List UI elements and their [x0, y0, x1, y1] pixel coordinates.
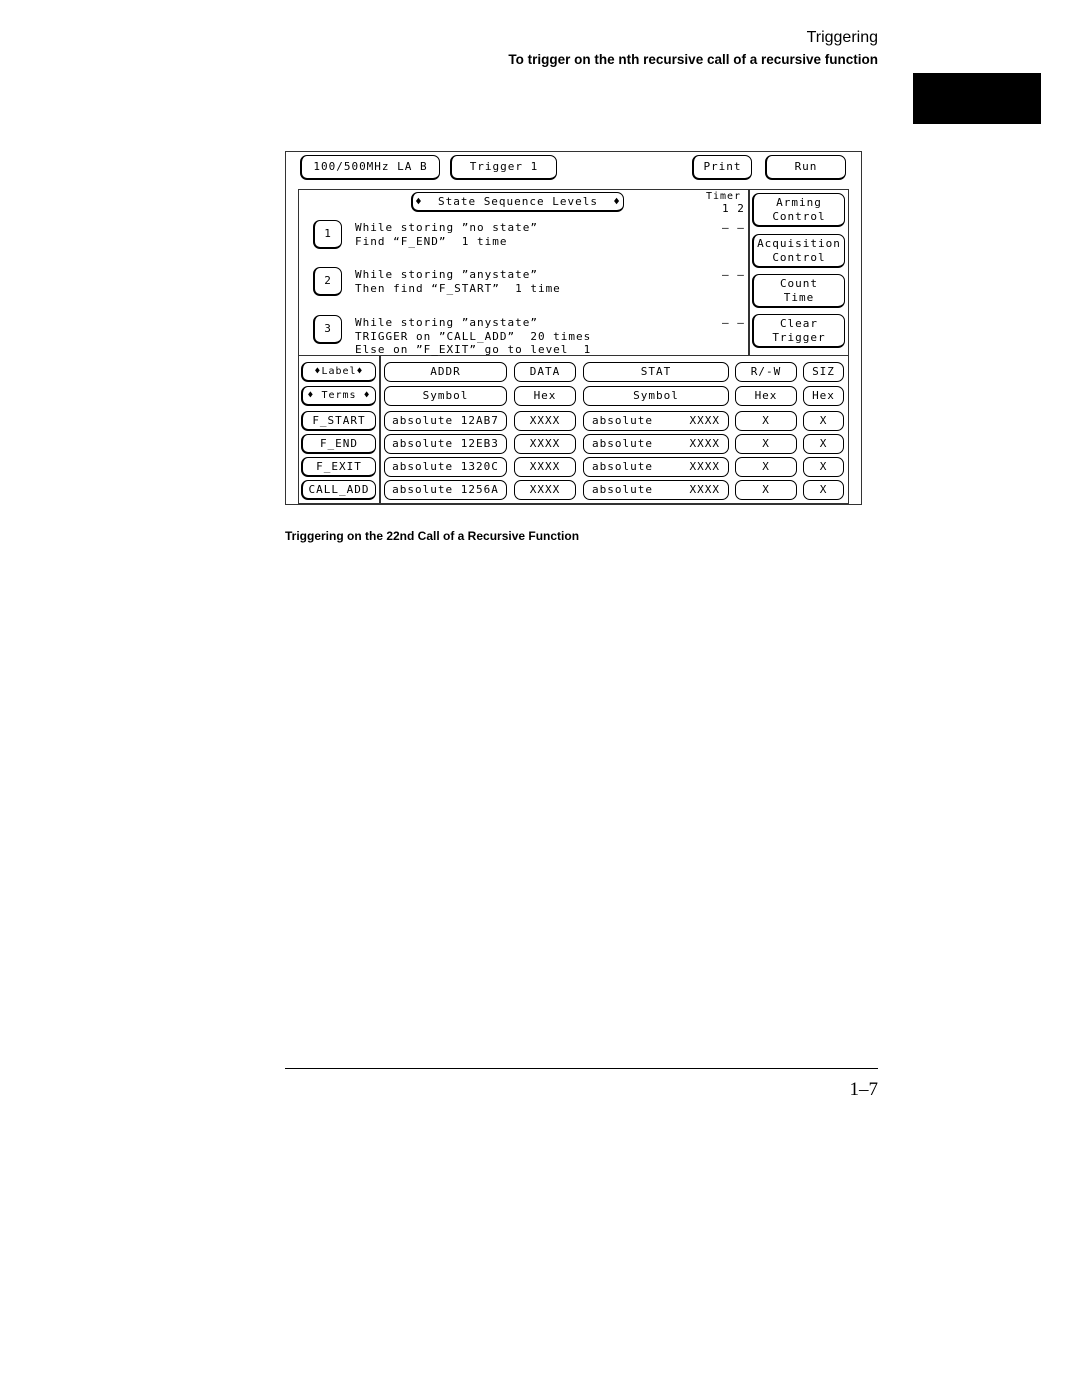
term-data-field[interactable]: XXXX	[514, 457, 576, 477]
term-data-field[interactable]: XXXX	[514, 480, 576, 500]
term-data-field[interactable]: XXXX	[514, 411, 576, 431]
level-3-button[interactable]: 3	[313, 315, 342, 344]
sequence-title: State Sequence Levels	[437, 194, 599, 208]
term-rw-field[interactable]: X	[735, 480, 797, 500]
stat-value: XXXX	[689, 460, 720, 473]
arrow-updown-icon: ♦	[363, 389, 371, 401]
level-3-line: While storing ”anystate”	[355, 316, 538, 329]
stat-value: XXXX	[689, 437, 720, 450]
term-siz-field[interactable]: X	[803, 480, 844, 500]
column-header-3[interactable]: R/-W	[735, 362, 797, 382]
side-button-count[interactable]: Count Time	[752, 274, 845, 308]
term-addr-field[interactable]: absolute 12EB3	[384, 434, 507, 454]
sequence-levels-selector[interactable]: ♦ State Sequence Levels ♦	[411, 192, 624, 212]
column-header-2[interactable]: STAT	[583, 362, 729, 382]
terms-text: Terms	[321, 389, 357, 401]
side-button-label: Time	[783, 290, 815, 304]
term-stat-field[interactable]: absolute XXXX	[583, 457, 729, 477]
side-button-label: Trigger	[772, 330, 826, 344]
side-button-label: Arming	[776, 195, 822, 209]
timer-columns: 1 2	[722, 202, 745, 215]
side-button-label: Count	[779, 276, 819, 290]
term-addr-field[interactable]: absolute 1256A	[384, 480, 507, 500]
level-2-timer: – –	[722, 268, 745, 281]
term-f_exit-button[interactable]: F_EXIT	[301, 457, 376, 477]
label-selector[interactable]: ♦ Label ♦	[301, 362, 376, 382]
page-subtitle: To trigger on the nth recursive call of …	[508, 52, 878, 67]
label-text: Label	[321, 365, 357, 377]
side-button-label: Clear	[779, 316, 819, 330]
stat-value: XXXX	[689, 414, 720, 427]
level-2-line: Then find “F_START” 1 time	[355, 281, 561, 295]
term-rw-field[interactable]: X	[735, 457, 797, 477]
stat-value: XXXX	[689, 483, 720, 496]
side-button-clear[interactable]: Clear Trigger	[752, 314, 845, 348]
column-base-2[interactable]: Symbol	[583, 386, 729, 406]
arrow-updown-icon: ♦	[314, 365, 322, 377]
level-3-timer: – –	[722, 316, 745, 329]
side-button-label: Control	[772, 250, 826, 264]
term-addr-field[interactable]: absolute 12AB7	[384, 411, 507, 431]
level-2-button[interactable]: 2	[313, 267, 342, 296]
term-siz-field[interactable]: X	[803, 434, 844, 454]
arrow-updown-icon: ♦	[613, 194, 621, 208]
arrow-updown-icon: ♦	[415, 194, 423, 208]
term-rw-field[interactable]: X	[735, 411, 797, 431]
stat-mode: absolute	[592, 437, 653, 450]
manual-page: Triggering To trigger on the nth recursi…	[0, 0, 1080, 1397]
term-data-field[interactable]: XXXX	[514, 434, 576, 454]
timer-label: Timer	[706, 191, 742, 202]
column-base-0[interactable]: Symbol	[384, 386, 507, 406]
column-base-3[interactable]: Hex	[735, 386, 797, 406]
terms-selector[interactable]: ♦ Terms ♦	[301, 386, 376, 406]
side-button-arming[interactable]: Arming Control	[752, 193, 845, 227]
term-siz-field[interactable]: X	[803, 457, 844, 477]
column-header-0[interactable]: ADDR	[384, 362, 507, 382]
term-call_add-button[interactable]: CALL_ADD	[301, 480, 376, 500]
arrow-updown-icon: ♦	[307, 389, 315, 401]
column-header-1[interactable]: DATA	[514, 362, 576, 382]
terms-divider	[379, 355, 381, 504]
arrow-updown-icon: ♦	[356, 365, 364, 377]
footer-divider	[285, 1068, 878, 1069]
chapter-tab	[913, 73, 1041, 124]
level-1-timer: – –	[722, 221, 745, 234]
stat-mode: absolute	[592, 483, 653, 496]
term-siz-field[interactable]: X	[803, 411, 844, 431]
page-number: 1–7	[849, 1079, 879, 1100]
stat-mode: absolute	[592, 460, 653, 473]
column-header-4[interactable]: SIZ	[803, 362, 844, 382]
term-addr-field[interactable]: absolute 1320C	[384, 457, 507, 477]
level-2-line: While storing ”anystate”	[355, 268, 538, 281]
term-stat-field[interactable]: absolute XXXX	[583, 434, 729, 454]
term-stat-field[interactable]: absolute XXXX	[583, 480, 729, 500]
side-button-acquisition[interactable]: Acquisition Control	[752, 234, 845, 268]
level-1-line: While storing ”no state”	[355, 221, 538, 234]
term-stat-field[interactable]: absolute XXXX	[583, 411, 729, 431]
side-button-label: Control	[772, 209, 826, 223]
stat-mode: absolute	[592, 414, 653, 427]
section-title: Triggering	[806, 29, 878, 46]
level-1-button[interactable]: 1	[313, 220, 342, 249]
column-base-4[interactable]: Hex	[803, 386, 844, 406]
level-1-line: Find “F_END” 1 time	[355, 234, 508, 248]
side-divider	[748, 189, 750, 356]
analyzer-select-button[interactable]: 100/500MHz LA B	[300, 155, 440, 180]
term-f_end-button[interactable]: F_END	[301, 434, 376, 454]
term-rw-field[interactable]: X	[735, 434, 797, 454]
column-base-1[interactable]: Hex	[514, 386, 576, 406]
level-3-line: Else on ”F_EXIT” go to level 1	[355, 343, 592, 356]
figure-caption: Triggering on the 22nd Call of a Recursi…	[285, 529, 580, 543]
side-button-label: Acquisition	[757, 236, 841, 250]
level-3-line: TRIGGER on ”CALL_ADD” 20 times	[355, 329, 592, 343]
print-button[interactable]: Print	[692, 155, 752, 180]
run-button[interactable]: Run	[765, 155, 846, 180]
trigger-menu-button[interactable]: Trigger 1	[450, 155, 557, 180]
term-f_start-button[interactable]: F_START	[301, 411, 376, 431]
